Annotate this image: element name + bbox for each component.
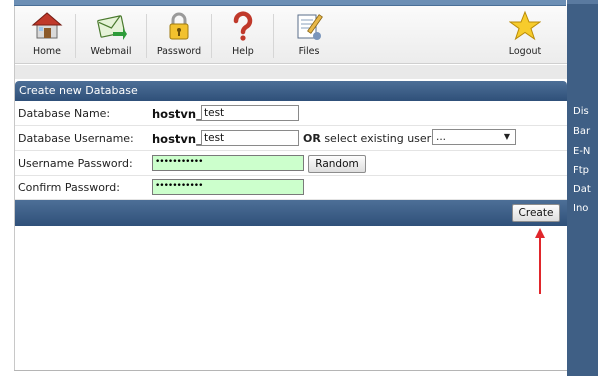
or-word: OR [303,132,321,145]
create-button[interactable]: Create [512,204,560,222]
existing-user-select[interactable]: ... ▼ [432,129,516,145]
toolbar-password-label: Password [156,46,202,57]
toolbar-webmail[interactable]: Webmail [85,8,137,62]
right-sidebar-item[interactable]: Dis [573,106,598,117]
toolbar-home[interactable]: Home [27,8,67,62]
toolbar-separator [273,14,274,58]
database-name-prefix: hostvn_ [152,107,202,121]
home-icon [31,12,63,39]
toolbar-help[interactable]: Help [223,8,263,62]
spacer-band [15,65,567,79]
section-header: Create new Database [15,81,567,101]
username-password-label: Username Password: [18,157,133,170]
files-icon [297,14,323,40]
toolbar-separator [211,14,212,58]
toolbar-logout[interactable]: Logout [503,8,547,62]
right-sidebar-item[interactable]: Dat [573,184,598,195]
select-existing-text: select existing user [324,132,432,145]
section-title: Create new Database [19,84,138,97]
toolbar-password[interactable]: Password [155,8,203,62]
dropdown-arrow-icon: ▼ [503,132,510,141]
panel-bottom-border [14,370,567,371]
right-sidebar-item[interactable]: E-N [573,146,598,157]
form-footer: Create [15,200,567,226]
toolbar-files-label: Files [298,46,320,57]
toolbar-home-label: Home [32,46,62,57]
row-database-username: Database Username: hostvn_ OR select exi… [15,127,567,151]
toolbar-files[interactable]: Files [285,8,333,62]
right-sidebar: Dis Bar E-N Ftp Dat Ino [567,0,598,376]
database-username-prefix: hostvn_ [152,132,202,146]
existing-user-label: OR select existing user [303,132,431,145]
confirm-password-input[interactable]: ••••••••••• [152,179,304,195]
row-database-name: Database Name: hostvn_ [15,102,567,126]
confirm-password-label: Confirm Password: [18,181,120,194]
toolbar-separator [75,14,76,58]
database-username-label: Database Username: [18,132,134,145]
confirm-dots: ••••••••••• [155,181,203,191]
right-sidebar-top [567,0,598,4]
database-username-input[interactable] [201,130,299,146]
toolbar: Home Webmail Password Help Files Logout [15,6,567,64]
question-icon [233,11,253,41]
database-name-input[interactable] [201,105,299,121]
existing-user-selected: ... [436,131,447,143]
annotation-arrow [539,236,541,294]
toolbar-logout-label: Logout [508,46,542,57]
main-panel: Home Webmail Password Help Files Logout … [14,6,567,370]
toolbar-webmail-label: Webmail [90,46,132,57]
star-icon [509,10,541,41]
database-name-label: Database Name: [18,107,111,120]
password-dots: ••••••••••• [155,157,203,167]
toolbar-separator [146,14,147,58]
lock-icon [169,12,189,40]
right-sidebar-item[interactable]: Ftp [573,165,598,176]
toolbar-help-label: Help [232,46,254,57]
right-sidebar-item[interactable]: Ino [573,203,598,214]
mail-icon [97,15,127,40]
row-username-password: Username Password: ••••••••••• Random [15,152,567,176]
random-button[interactable]: Random [308,155,366,173]
right-sidebar-item[interactable]: Bar [573,126,598,137]
row-confirm-password: Confirm Password: ••••••••••• [15,176,567,200]
username-password-input[interactable]: ••••••••••• [152,155,304,171]
